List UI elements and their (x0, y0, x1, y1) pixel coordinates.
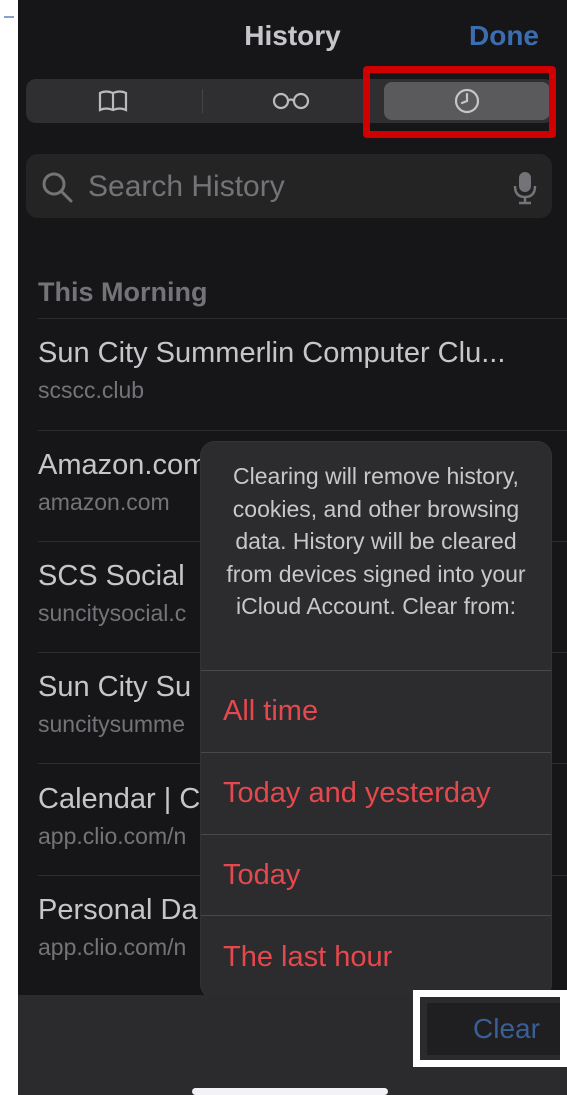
clear-history-message: Clearing will remove history, cookies, a… (226, 463, 526, 619)
done-button[interactable]: Done (469, 20, 539, 52)
segment-divider (202, 89, 203, 113)
decor-dash (4, 16, 14, 18)
book-icon (98, 90, 128, 112)
row-separator (38, 318, 567, 319)
history-row[interactable]: Sun City Summerlin Computer Clu... scscc… (38, 336, 558, 404)
tab-bookmarks[interactable] (26, 79, 200, 123)
microphone-icon[interactable] (512, 170, 538, 206)
clear-history-sheet: Clearing will remove history, cookies, a… (201, 442, 551, 998)
clear-all-time-button[interactable]: All time (223, 694, 318, 728)
clear-last-hour-button[interactable]: The last hour (223, 940, 392, 974)
search-placeholder: Search History (88, 170, 285, 203)
clear-today-and-yesterday-button[interactable]: Today and yesterday (223, 776, 491, 810)
history-row-url: scscc.club (38, 377, 145, 403)
tab-reading-list[interactable] (204, 79, 378, 123)
history-screen: History Done Search History This Morning… (18, 0, 567, 1095)
section-header: This Morning (38, 277, 208, 307)
clear-button-highlight (413, 990, 567, 1067)
history-row-title: Sun City Summerlin Computer Clu... (38, 337, 506, 369)
sheet-separator (201, 915, 551, 916)
sheet-separator (201, 834, 551, 835)
reading-list-glasses-icon (272, 92, 310, 110)
sheet-separator (201, 670, 551, 671)
clear-today-button[interactable]: Today (223, 858, 300, 892)
row-separator (38, 430, 567, 431)
sheet-separator (201, 752, 551, 753)
home-indicator (192, 1088, 388, 1095)
search-field[interactable]: Search History (26, 154, 552, 218)
history-tab-highlight (363, 66, 556, 138)
search-icon (42, 172, 73, 203)
